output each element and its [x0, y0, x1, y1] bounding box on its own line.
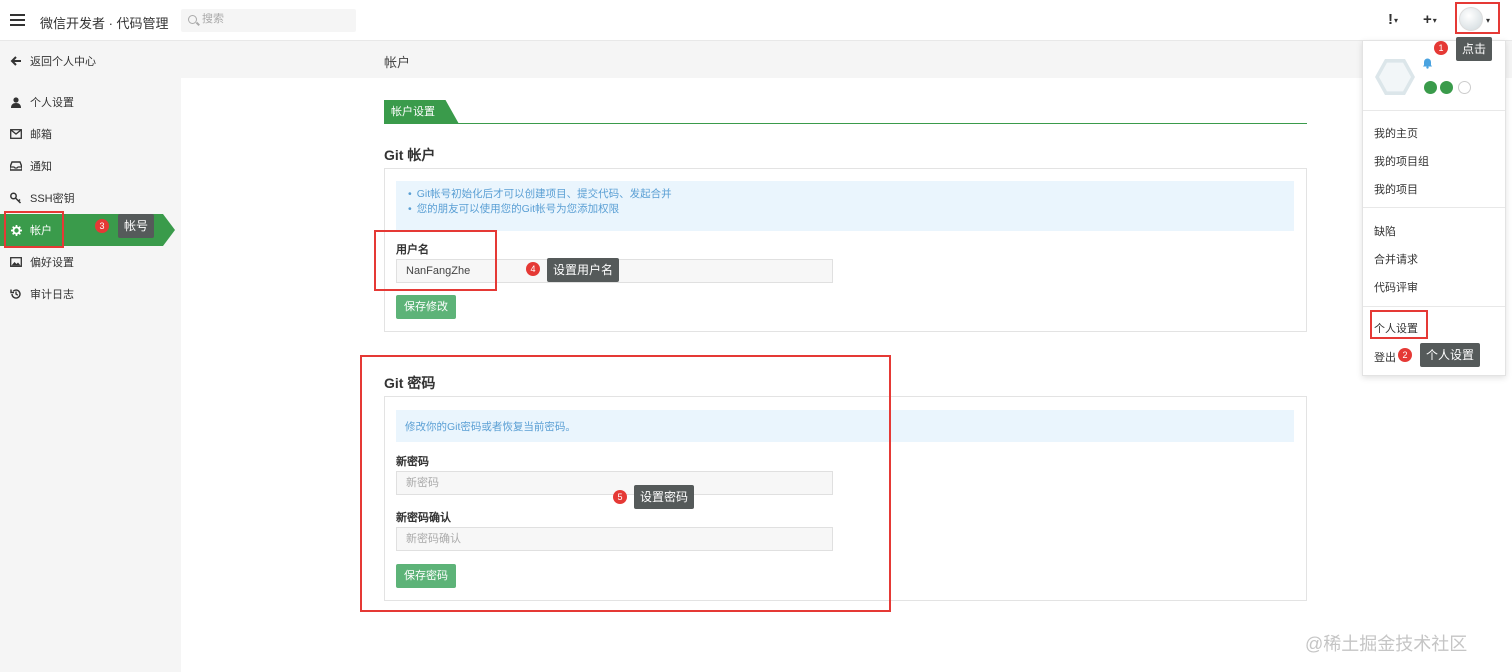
annotation-marker: 2: [1398, 348, 1412, 362]
git-account-title: Git 帐户: [384, 147, 436, 163]
watermark: @稀土掘金技术社区: [1305, 634, 1468, 654]
search-box[interactable]: [181, 9, 356, 32]
sidebar-item-ssh-keys[interactable]: SSH密钥: [0, 182, 181, 214]
lock-icon: [1424, 81, 1437, 94]
key-icon: [10, 192, 22, 204]
sidebar-item-profile[interactable]: 个人设置: [0, 86, 181, 118]
sidebar-item-notifications[interactable]: 通知: [0, 150, 181, 182]
save-account-button[interactable]: 保存修改: [396, 295, 456, 319]
annotation-box-password: [360, 355, 891, 612]
annotation-box-personal-settings: [1370, 310, 1428, 339]
alert-button[interactable]: !▾: [1388, 11, 1398, 28]
tab-account-settings[interactable]: 帐户设置: [384, 100, 459, 124]
annotation-tooltip: 设置密码: [634, 485, 695, 509]
sidebar-item-label: SSH密钥: [30, 193, 75, 205]
history-icon: [10, 288, 22, 300]
page-title: 帐户: [384, 55, 411, 70]
annotation-marker: 1: [1434, 41, 1448, 55]
image-icon: [10, 256, 22, 268]
menu-item-logout[interactable]: 登出: [1374, 349, 1396, 365]
sidebar-item-email[interactable]: 邮箱: [0, 118, 181, 150]
annotation-tooltip: 个人设置: [1420, 343, 1481, 367]
search-input[interactable]: [202, 13, 342, 25]
divider: [1363, 207, 1505, 208]
chevron-down-icon: ▾: [1432, 15, 1437, 25]
arrow-left-icon: [10, 55, 22, 67]
bell-icon: [1421, 56, 1434, 69]
sidebar-item-label: 邮箱: [30, 129, 52, 141]
sidebar-back-link[interactable]: 返回个人中心: [0, 45, 181, 77]
menu-item-my-projects[interactable]: 我的项目: [1374, 181, 1418, 197]
menu-item-code-review[interactable]: 代码评审: [1374, 279, 1418, 295]
menu-item-merge-requests[interactable]: 合并请求: [1374, 251, 1418, 267]
git-account-info: Git帐号初始化后才可以创建项目、提交代码、发起合并 您的朋友可以使用您的Git…: [396, 181, 1294, 231]
sidebar-item-label: 个人设置: [30, 97, 74, 109]
page-header: [181, 41, 1512, 78]
menu-icon[interactable]: [10, 14, 25, 26]
info-item: Git帐号初始化后才可以创建项目、提交代码、发起合并: [408, 187, 1294, 202]
divider: [1363, 306, 1505, 307]
app-title[interactable]: 微信开发者 · 代码管理: [40, 13, 169, 32]
annotation-box-account: [4, 211, 64, 248]
annotation-marker: 4: [526, 262, 540, 276]
sidebar-item-audit-log[interactable]: 审计日志: [0, 278, 181, 310]
annotation-marker: 3: [95, 219, 109, 233]
annotation-tooltip: 帐号: [118, 214, 155, 238]
inbox-icon: [10, 160, 22, 172]
search-icon: [188, 15, 197, 24]
mail-icon: [10, 128, 22, 140]
chevron-down-icon: ▾: [1394, 15, 1399, 25]
sidebar-back-label: 返回个人中心: [30, 56, 96, 68]
annotation-marker: 5: [613, 490, 627, 504]
menu-item-issues[interactable]: 缺陷: [1374, 223, 1396, 239]
annotation-tooltip: 设置用户名: [547, 258, 620, 282]
divider: [1363, 110, 1505, 111]
sidebar-item-label: 审计日志: [30, 289, 74, 301]
annotation-box-avatar: [1455, 2, 1500, 34]
sidebar-item-label: 偏好设置: [30, 257, 74, 269]
sidebar-item-label: 通知: [30, 161, 52, 173]
add-button[interactable]: +▾: [1423, 11, 1437, 28]
tab-underline: [384, 123, 1307, 124]
menu-item-my-home[interactable]: 我的主页: [1374, 125, 1418, 141]
info-item: 您的朋友可以使用您的Git帐号为您添加权限: [408, 202, 1294, 217]
link-icon: [1458, 81, 1471, 94]
annotation-box-username: [374, 230, 497, 291]
top-bar: 微信开发者 · 代码管理 !▾ +▾ ▾: [0, 0, 1512, 41]
user-icon: [10, 96, 22, 108]
annotation-tooltip: 点击: [1456, 37, 1493, 61]
mail-icon: [1440, 81, 1453, 94]
sidebar-item-preferences[interactable]: 偏好设置: [0, 246, 181, 278]
menu-item-my-groups[interactable]: 我的项目组: [1374, 153, 1429, 169]
